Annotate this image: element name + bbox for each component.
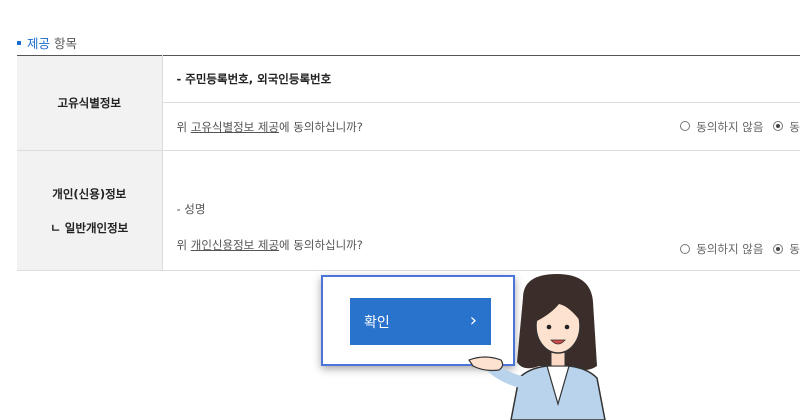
character-hand bbox=[468, 356, 504, 372]
question-prefix: 위 bbox=[176, 119, 191, 134]
consent-table: 고유식별정보 - 주민등록번호, 외국인등록번호 위 고유식별정보 제공에 동의… bbox=[17, 55, 800, 271]
row-item-personal-info: - 성명 bbox=[176, 202, 206, 216]
radio-group-personal-info: 동의하지 않음 동 bbox=[680, 241, 800, 257]
row-head-line1: 개인(신용)정보 bbox=[52, 186, 127, 201]
row-item-unique-id: - 주민등록번호, 외국인등록번호 bbox=[162, 55, 800, 103]
question-link-unique-id[interactable]: 고유식별정보 제공 bbox=[191, 120, 279, 134]
row-head-personal-info: 개인(신용)정보 ㄴ 일반개인정보 bbox=[17, 150, 163, 271]
bullet-icon bbox=[17, 40, 21, 45]
radio-agree-label[interactable]: 동 bbox=[789, 120, 800, 134]
radio-group-unique-id: 동의하지 않음 동 bbox=[680, 119, 800, 135]
radio-agree-unique-id[interactable] bbox=[773, 121, 784, 131]
section-title-highlight: 제공 bbox=[27, 36, 51, 51]
question-link-personal-info[interactable]: 개인신용정보 제공 bbox=[191, 238, 279, 252]
character-eye-left bbox=[546, 324, 552, 330]
section-title: 제공 항목 bbox=[17, 33, 77, 52]
radio-disagree-unique-id[interactable] bbox=[680, 121, 691, 131]
question-prefix: 위 bbox=[176, 238, 191, 252]
radio-agree-personal-info[interactable] bbox=[773, 243, 784, 254]
radio-disagree-personal-info[interactable] bbox=[680, 243, 691, 254]
assistant-character-illustration bbox=[468, 274, 606, 420]
question-suffix: 에 동의하십니까? bbox=[279, 238, 363, 252]
row-body-personal-info: - 성명 위 개인신용정보 제공에 동의하십니까? 동의하지 않음 동 bbox=[162, 150, 800, 271]
row-question-personal-info: 위 개인신용정보 제공에 동의하십니까? bbox=[177, 237, 363, 253]
row-head-unique-id: 고유식별정보 bbox=[17, 55, 163, 151]
character-eye-right bbox=[564, 324, 570, 330]
row-head-line2: ㄴ 일반개인정보 bbox=[50, 220, 129, 235]
radio-disagree-label[interactable]: 동의하지 않음 bbox=[696, 242, 763, 256]
question-suffix: 에 동의하십니까? bbox=[279, 119, 363, 134]
radio-disagree-label[interactable]: 동의하지 않음 bbox=[696, 120, 763, 134]
row-question-unique-id: 위 고유식별정보 제공에 동의하십니까? 동의하지 않음 동 bbox=[162, 102, 800, 151]
confirm-label: 확인 bbox=[364, 314, 390, 331]
radio-agree-label[interactable]: 동 bbox=[789, 242, 800, 256]
section-title-rest: 항목 bbox=[50, 36, 77, 51]
